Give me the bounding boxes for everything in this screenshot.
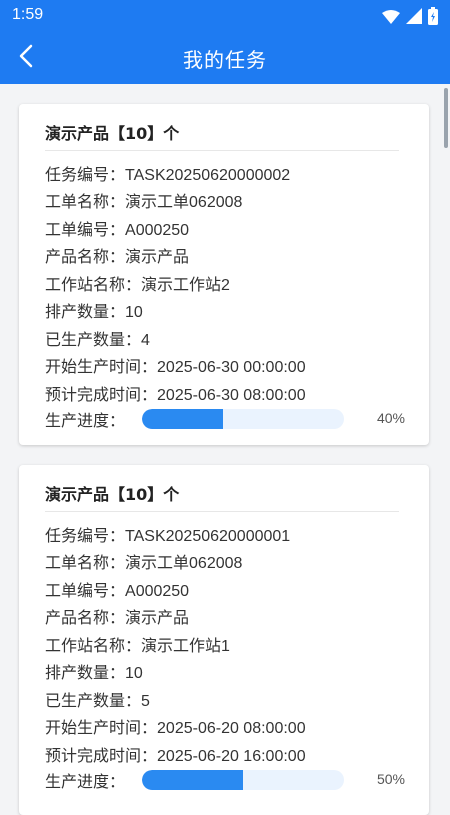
progress-fill: [142, 770, 243, 790]
battery-icon: [428, 7, 438, 29]
signal-icon: [406, 8, 422, 28]
task-title: 演示产品【10】个: [45, 485, 180, 504]
divider: [45, 150, 399, 151]
progress-bar: [142, 409, 344, 429]
field-scheduled-qty: 排产数量：10: [45, 304, 143, 321]
progress-bar: [142, 770, 344, 790]
progress-row: 生产进度： 50%: [45, 768, 405, 791]
status-time: 1:59: [12, 6, 44, 23]
divider: [45, 511, 399, 512]
task-card[interactable]: 演示产品【10】个 任务编号：TASK20250620000002 工单名称：演…: [19, 104, 429, 445]
field-work-order-number: 工单编号：A000250: [45, 222, 190, 239]
field-product-name: 产品名称：演示产品: [45, 249, 190, 266]
progress-percent: 50%: [376, 771, 405, 787]
progress-row: 生产进度： 40%: [45, 407, 405, 430]
task-title: 演示产品【10】个: [45, 124, 180, 143]
task-card[interactable]: 演示产品【10】个 任务编号：TASK20250620000001 工单名称：演…: [19, 465, 429, 815]
field-expected-finish: 预计完成时间：2025-06-20 16:00:00: [45, 748, 306, 765]
field-workstation-name: 工作站名称：演示工作站1: [45, 638, 230, 655]
field-work-order-name: 工单名称：演示工单062008: [45, 194, 243, 211]
field-work-order-name: 工单名称：演示工单062008: [45, 555, 243, 572]
progress-label: 生产进度：: [45, 411, 126, 430]
task-list: 演示产品【10】个 任务编号：TASK20250620000002 工单名称：演…: [0, 84, 450, 815]
progress-fill: [142, 409, 223, 429]
progress-percent: 40%: [376, 410, 405, 426]
field-work-order-number: 工单编号：A000250: [45, 583, 190, 600]
field-scheduled-qty: 排产数量：10: [45, 665, 143, 682]
progress-label: 生产进度：: [45, 772, 126, 791]
field-start-time: 开始生产时间：2025-06-20 08:00:00: [45, 720, 306, 737]
wifi-icon: [382, 9, 400, 28]
field-produced-qty: 已生产数量：4: [45, 332, 150, 349]
app-bar: 我的任务: [0, 32, 450, 84]
field-task-number: 任务编号：TASK20250620000001: [45, 528, 291, 545]
status-icons: [382, 7, 438, 29]
field-product-name: 产品名称：演示产品: [45, 610, 190, 627]
field-task-number: 任务编号：TASK20250620000002: [45, 167, 291, 184]
field-start-time: 开始生产时间：2025-06-30 00:00:00: [45, 359, 306, 376]
field-workstation-name: 工作站名称：演示工作站2: [45, 277, 230, 294]
page-title: 我的任务: [183, 48, 267, 72]
status-bar: 1:59: [0, 0, 450, 32]
field-expected-finish: 预计完成时间：2025-06-30 08:00:00: [45, 387, 306, 404]
field-produced-qty: 已生产数量：5: [45, 693, 150, 710]
